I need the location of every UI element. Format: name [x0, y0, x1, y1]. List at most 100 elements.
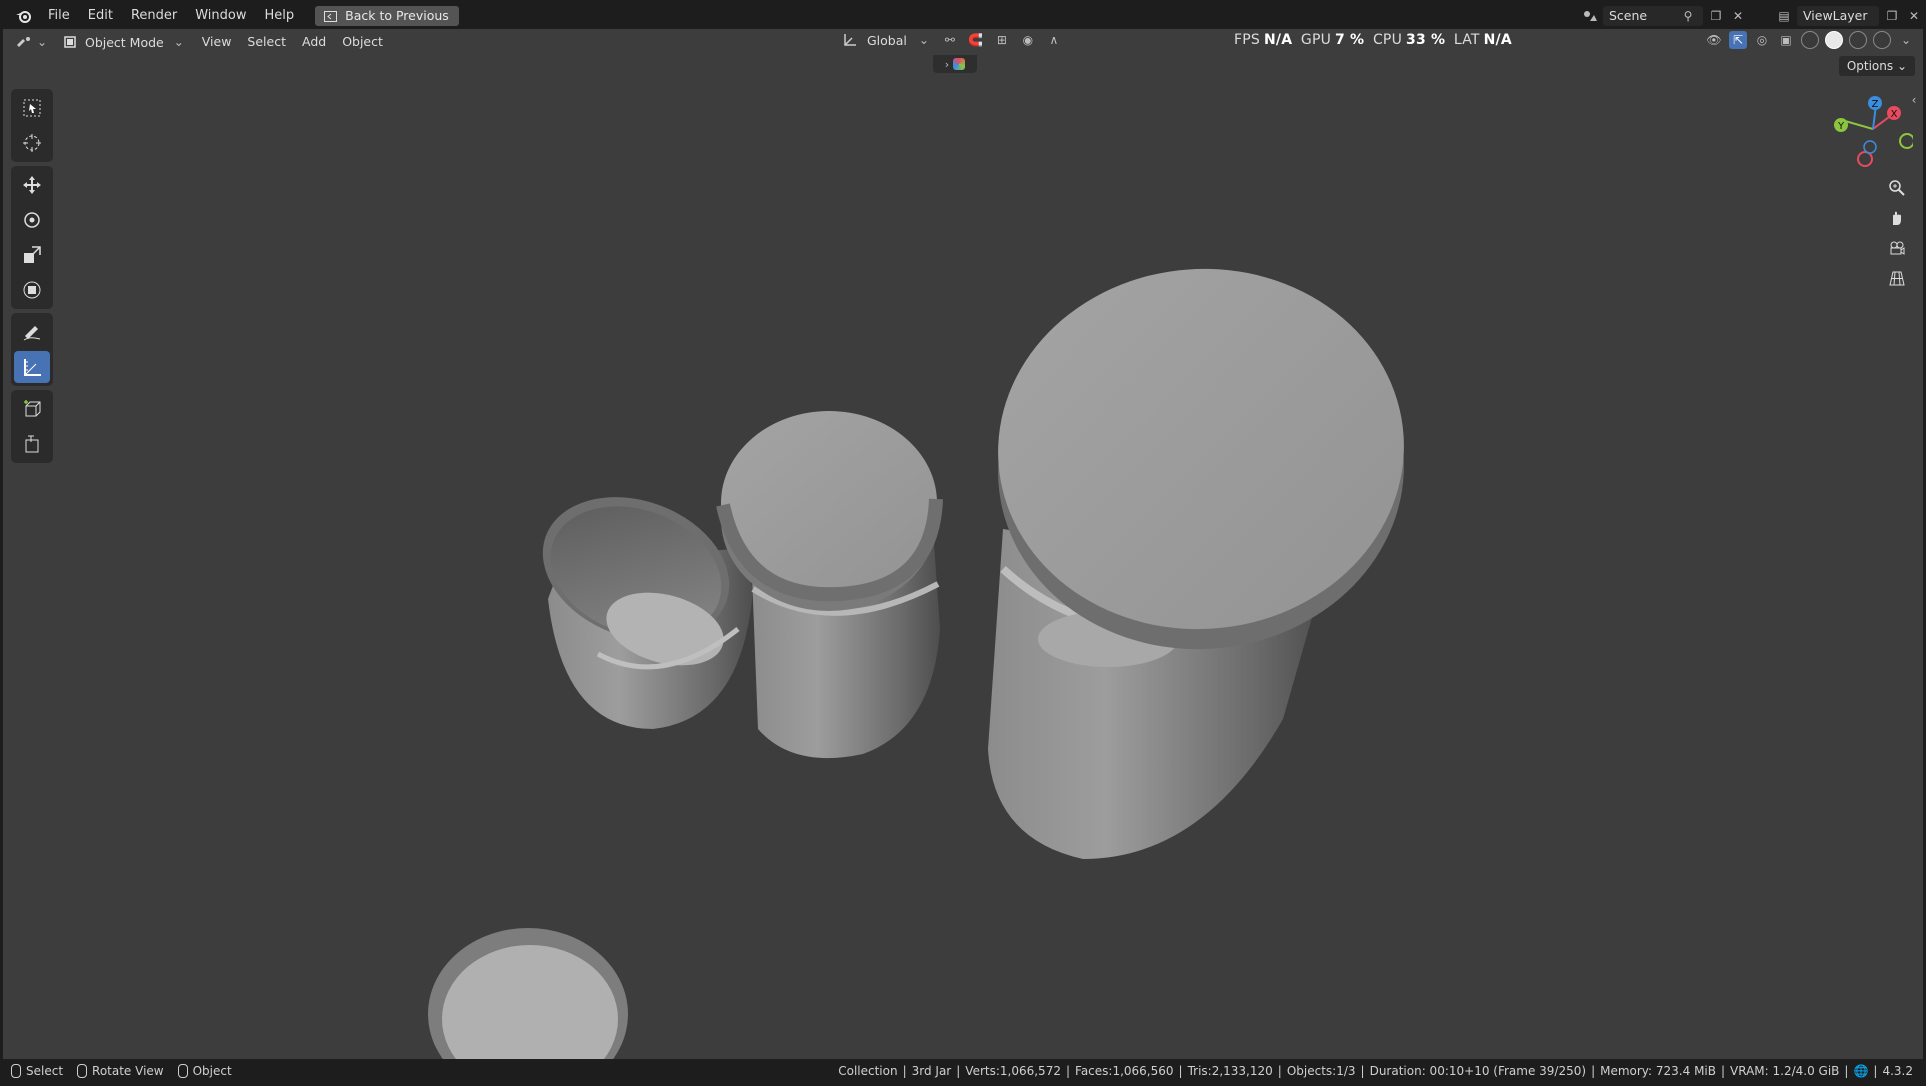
neg-x-axis-handle[interactable]	[1857, 151, 1873, 167]
new-view-layer-icon[interactable]: ❐	[1883, 7, 1901, 25]
lat-label: LAT	[1453, 32, 1480, 48]
status-shortcuts: Select Rotate View Object	[11, 1064, 232, 1078]
sidebar-toggle-icon[interactable]: ‹	[1905, 91, 1923, 109]
collection-color-icon	[953, 58, 966, 70]
chevron-down-icon[interactable]: ⌄	[1897, 31, 1915, 49]
annotate-tool[interactable]	[14, 316, 50, 348]
snap-icon[interactable]: 🧲	[967, 31, 985, 49]
measure-tool[interactable]	[14, 351, 50, 383]
status-collection: Collection	[838, 1064, 898, 1078]
top-menu-bar: File Edit Render Window Help Back to Pre…	[3, 3, 1923, 29]
pin-icon[interactable]: ⚲	[1679, 7, 1697, 25]
status-memory: Memory: 723.4 MiB	[1600, 1064, 1716, 1078]
object-mode-label: Object Mode	[85, 34, 164, 50]
menu-help[interactable]: Help	[256, 5, 304, 27]
menu-edit[interactable]: Edit	[79, 5, 122, 27]
menu-render[interactable]: Render	[122, 5, 186, 27]
camera-view-icon[interactable]	[1883, 234, 1911, 262]
select-box-tool[interactable]	[14, 92, 50, 124]
rendered-shading-button[interactable]	[1873, 31, 1891, 49]
menu-object[interactable]: Object	[334, 31, 391, 53]
x-axis-label: X	[1891, 109, 1898, 120]
scene-selector[interactable]: Scene ⚲	[1603, 6, 1703, 26]
options-dropdown[interactable]: Options ⌄	[1838, 56, 1915, 76]
object-mode-selector[interactable]: Object Mode ⌄	[61, 33, 188, 51]
overlays-icon[interactable]: ◎	[1753, 31, 1771, 49]
pivot-point-icon[interactable]: ⚯	[941, 31, 959, 49]
status-object-hint: Object	[177, 1064, 232, 1078]
add-cube-tool[interactable]	[14, 393, 50, 425]
back-to-previous-label: Back to Previous	[345, 8, 449, 23]
menu-select[interactable]: Select	[239, 31, 294, 53]
navigation-gizmo[interactable]: Z X Y	[1823, 89, 1913, 179]
new-scene-icon[interactable]: ❐	[1707, 7, 1725, 25]
status-verts: Verts:1,066,572	[965, 1064, 1061, 1078]
pan-hand-icon[interactable]	[1883, 204, 1911, 232]
3d-viewport[interactable]: ⌄ Object Mode ⌄ View Select Add Object G…	[3, 29, 1923, 1059]
collection-toggle[interactable]: ›	[933, 55, 977, 73]
transform-orientation-label[interactable]: Global	[867, 33, 907, 48]
viewport-scene	[428, 255, 1416, 1059]
screen-back-icon	[321, 7, 339, 25]
status-object-label: Object	[192, 1064, 232, 1078]
delete-view-layer-icon[interactable]: ✕	[1905, 7, 1923, 25]
zoom-icon[interactable]	[1883, 174, 1911, 202]
blender-logo-icon[interactable]	[9, 5, 39, 27]
transform-tool[interactable]	[14, 274, 50, 306]
ortho-grid-icon[interactable]	[1883, 264, 1911, 292]
menu-file[interactable]: File	[39, 5, 79, 27]
mouse-left-icon	[11, 1064, 21, 1078]
performance-stats: FPS N/A GPU 7 % CPU 33 % LAT N/A	[1234, 29, 1516, 51]
move-tool[interactable]	[14, 169, 50, 201]
view-layer-icon[interactable]: ▤	[1775, 7, 1793, 25]
menu-add[interactable]: Add	[294, 31, 334, 53]
add-tool-group	[11, 390, 53, 463]
falloff-icon[interactable]: ∧	[1045, 31, 1063, 49]
status-rotate-hint: Rotate View	[77, 1064, 164, 1078]
shear-tool[interactable]	[14, 428, 50, 460]
visibility-icon[interactable]: 👁	[1705, 31, 1723, 49]
status-objects: Objects:1/3	[1286, 1064, 1356, 1078]
blender-window: File Edit Render Window Help Back to Pre…	[0, 0, 1926, 1086]
jar-large-closed[interactable]	[986, 255, 1416, 859]
xray-icon[interactable]: ▣	[1777, 31, 1795, 49]
status-faces: Faces:1,066,560	[1075, 1064, 1174, 1078]
cursor-tool[interactable]	[14, 127, 50, 159]
menu-view[interactable]: View	[194, 31, 240, 53]
gpu-label: GPU	[1300, 32, 1332, 48]
menu-window[interactable]: Window	[186, 5, 255, 27]
transform-tool-group	[11, 166, 53, 309]
rotate-tool[interactable]	[14, 204, 50, 236]
back-to-previous-button[interactable]: Back to Previous	[315, 6, 459, 26]
object-mode-icon	[61, 33, 79, 51]
mouse-right-icon	[177, 1064, 188, 1078]
y-axis-label: Y	[1837, 121, 1845, 132]
scene-icon[interactable]	[1581, 7, 1599, 25]
delete-scene-icon[interactable]: ✕	[1729, 7, 1747, 25]
transform-controls: Global ⌄ ⚯ 🧲 ⊞ ◉ ∧	[841, 31, 1063, 49]
jar-medium-closed[interactable]	[716, 411, 943, 759]
status-bar: Select Rotate View Object Collection | 3r…	[3, 1059, 1923, 1083]
viewport-shading-controls: 👁 ⇱ ◎ ▣ ⌄	[1705, 31, 1915, 49]
status-tris: Tris:2,133,120	[1187, 1064, 1273, 1078]
status-select-label: Select	[26, 1064, 64, 1078]
neg-y-axis-handle[interactable]	[1899, 133, 1913, 149]
wireframe-shading-button[interactable]	[1801, 31, 1819, 49]
editor-type-icon[interactable]	[15, 33, 33, 51]
gpu-value: 7 %	[1335, 32, 1365, 48]
material-shading-button[interactable]	[1849, 31, 1867, 49]
solid-shading-button[interactable]	[1825, 31, 1843, 49]
chevron-down-icon: ⌄	[173, 35, 184, 49]
network-globe-icon[interactable]: 🌐	[1853, 1059, 1868, 1083]
status-select-hint: Select	[11, 1064, 63, 1078]
scale-tool[interactable]	[14, 239, 50, 271]
mouse-middle-icon	[77, 1064, 88, 1078]
options-label: Options	[1846, 59, 1894, 73]
jar-lid-bottom[interactable]	[428, 928, 628, 1059]
status-rotate-label: Rotate View	[92, 1064, 164, 1078]
neg-z-axis-handle[interactable]	[1863, 140, 1877, 154]
gizmo-toggle-icon[interactable]: ⇱	[1729, 31, 1747, 49]
snap-target-icon[interactable]: ⊞	[993, 31, 1011, 49]
proportional-editing-icon[interactable]: ◉	[1019, 31, 1037, 49]
view-layer-selector[interactable]: ViewLayer	[1797, 6, 1879, 26]
